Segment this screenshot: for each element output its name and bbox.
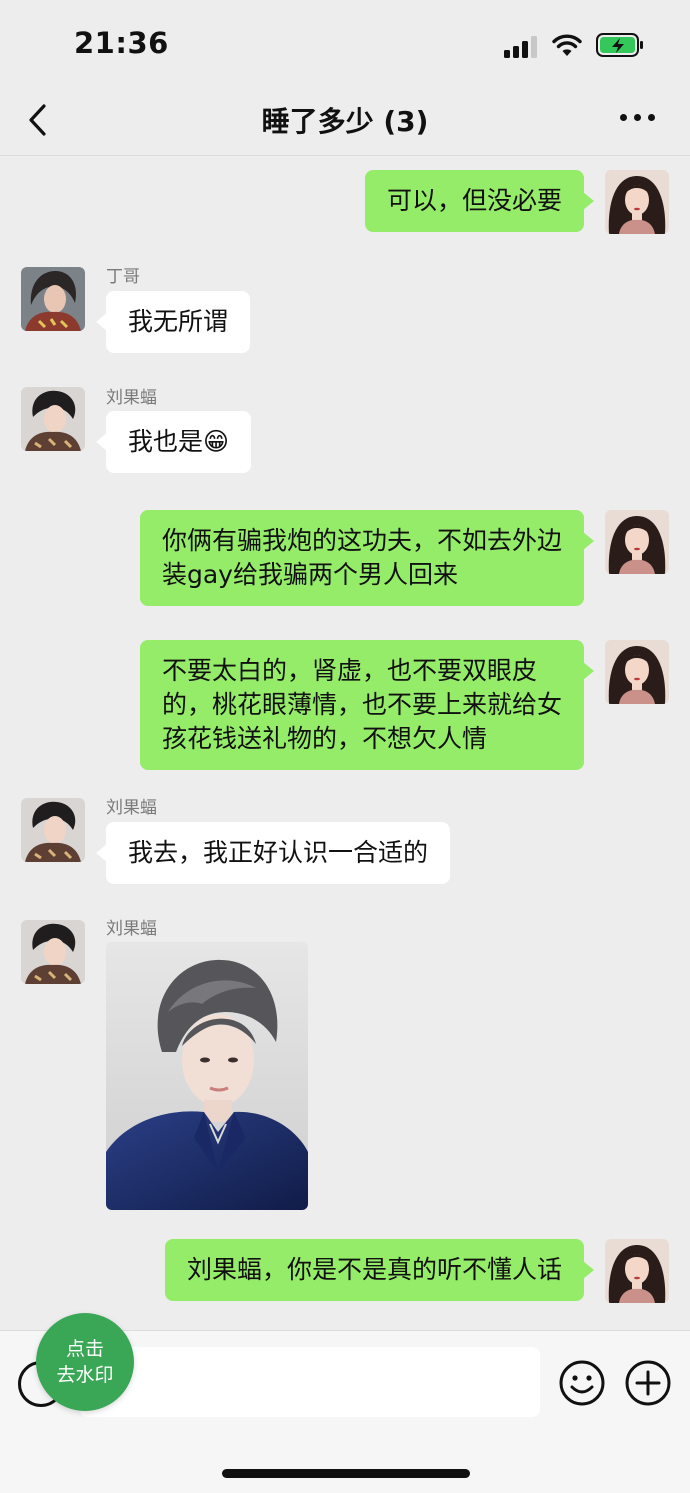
woman-portrait-icon	[605, 640, 669, 704]
message-text: 我去，我正好认识一合适的	[128, 838, 429, 867]
message-input[interactable]	[80, 1347, 540, 1417]
man-portrait-icon	[21, 798, 85, 862]
sender-name: 刘果蝠	[106, 798, 157, 818]
message-text-line: 孩花钱送礼物的，不想欠人情	[161, 724, 487, 753]
more-dots-icon[interactable]	[620, 110, 656, 124]
message-bubble-received[interactable]: 我无所谓	[95, 291, 251, 353]
status-time: 21:36	[74, 26, 169, 60]
message-text: 可以，但没必要	[386, 186, 562, 215]
chat-title: 睡了多少 (3)	[261, 105, 429, 138]
woman-portrait-icon	[605, 170, 669, 234]
woman-portrait-icon	[605, 1239, 669, 1303]
status-bar: 21:36	[0, 0, 690, 90]
cellular-signal-icon	[504, 34, 540, 58]
message-bubble-sent[interactable]: 不要太白的，肾虚，也不要双眼皮 的，桃花眼薄情，也不要上来就给女 孩花钱送礼物的…	[139, 640, 595, 770]
battery-charging-icon	[596, 33, 643, 57]
man-portrait-icon	[21, 387, 85, 451]
portrait-photo-icon	[106, 942, 308, 1210]
remove-watermark-button[interactable]: 点击 去水印	[36, 1313, 134, 1411]
message-text: 我无所谓	[128, 307, 229, 336]
sender-avatar[interactable]	[21, 920, 85, 984]
message-bubble-sent[interactable]: 你俩有骗我炮的这功夫，不如去外边 装gay给我骗两个男人回来	[139, 510, 595, 606]
watermark-button-line2: 去水印	[56, 1364, 114, 1386]
watermark-button-line1: 点击	[65, 1338, 104, 1360]
sender-name: 刘果蝠	[106, 919, 157, 939]
message-text-line: 你俩有骗我炮的这功夫，不如去外边	[161, 526, 562, 555]
message-text-line: 装gay给我骗两个男人回来	[161, 560, 458, 589]
man-portrait-icon	[21, 267, 85, 331]
message-bubble-sent[interactable]: 刘果蝠，你是不是真的听不懂人话	[164, 1239, 595, 1301]
sender-avatar[interactable]	[21, 798, 85, 862]
my-avatar[interactable]	[605, 170, 669, 234]
message-text-line: 不要太白的，肾虚，也不要双眼皮	[161, 656, 537, 685]
message-text-line: 的，桃花眼薄情，也不要上来就给女	[161, 690, 562, 719]
message-bubble-received[interactable]: 我去，我正好认识一合适的	[95, 822, 451, 884]
sender-name: 丁哥	[106, 267, 140, 287]
chat-header: 睡了多少 (3)	[0, 84, 690, 154]
my-avatar[interactable]	[605, 1239, 669, 1303]
plus-icon[interactable]	[624, 1359, 672, 1407]
woman-portrait-icon	[605, 510, 669, 574]
wifi-icon	[552, 34, 582, 56]
message-bubble-received[interactable]: 我也是😁	[95, 411, 252, 473]
emoji-icon[interactable]	[558, 1359, 606, 1407]
message-bubble-sent[interactable]: 可以，但没必要	[364, 170, 595, 232]
my-avatar[interactable]	[605, 640, 669, 704]
home-indicator[interactable]	[222, 1469, 470, 1478]
message-text: 我也是😁	[128, 427, 230, 456]
header-divider	[0, 155, 690, 156]
man-portrait-icon	[21, 920, 85, 984]
sender-avatar[interactable]	[21, 267, 85, 331]
sender-avatar[interactable]	[21, 387, 85, 451]
sender-name: 刘果蝠	[106, 388, 157, 408]
my-avatar[interactable]	[605, 510, 669, 574]
message-image[interactable]	[106, 942, 308, 1210]
message-text: 刘果蝠，你是不是真的听不懂人话	[186, 1255, 562, 1284]
